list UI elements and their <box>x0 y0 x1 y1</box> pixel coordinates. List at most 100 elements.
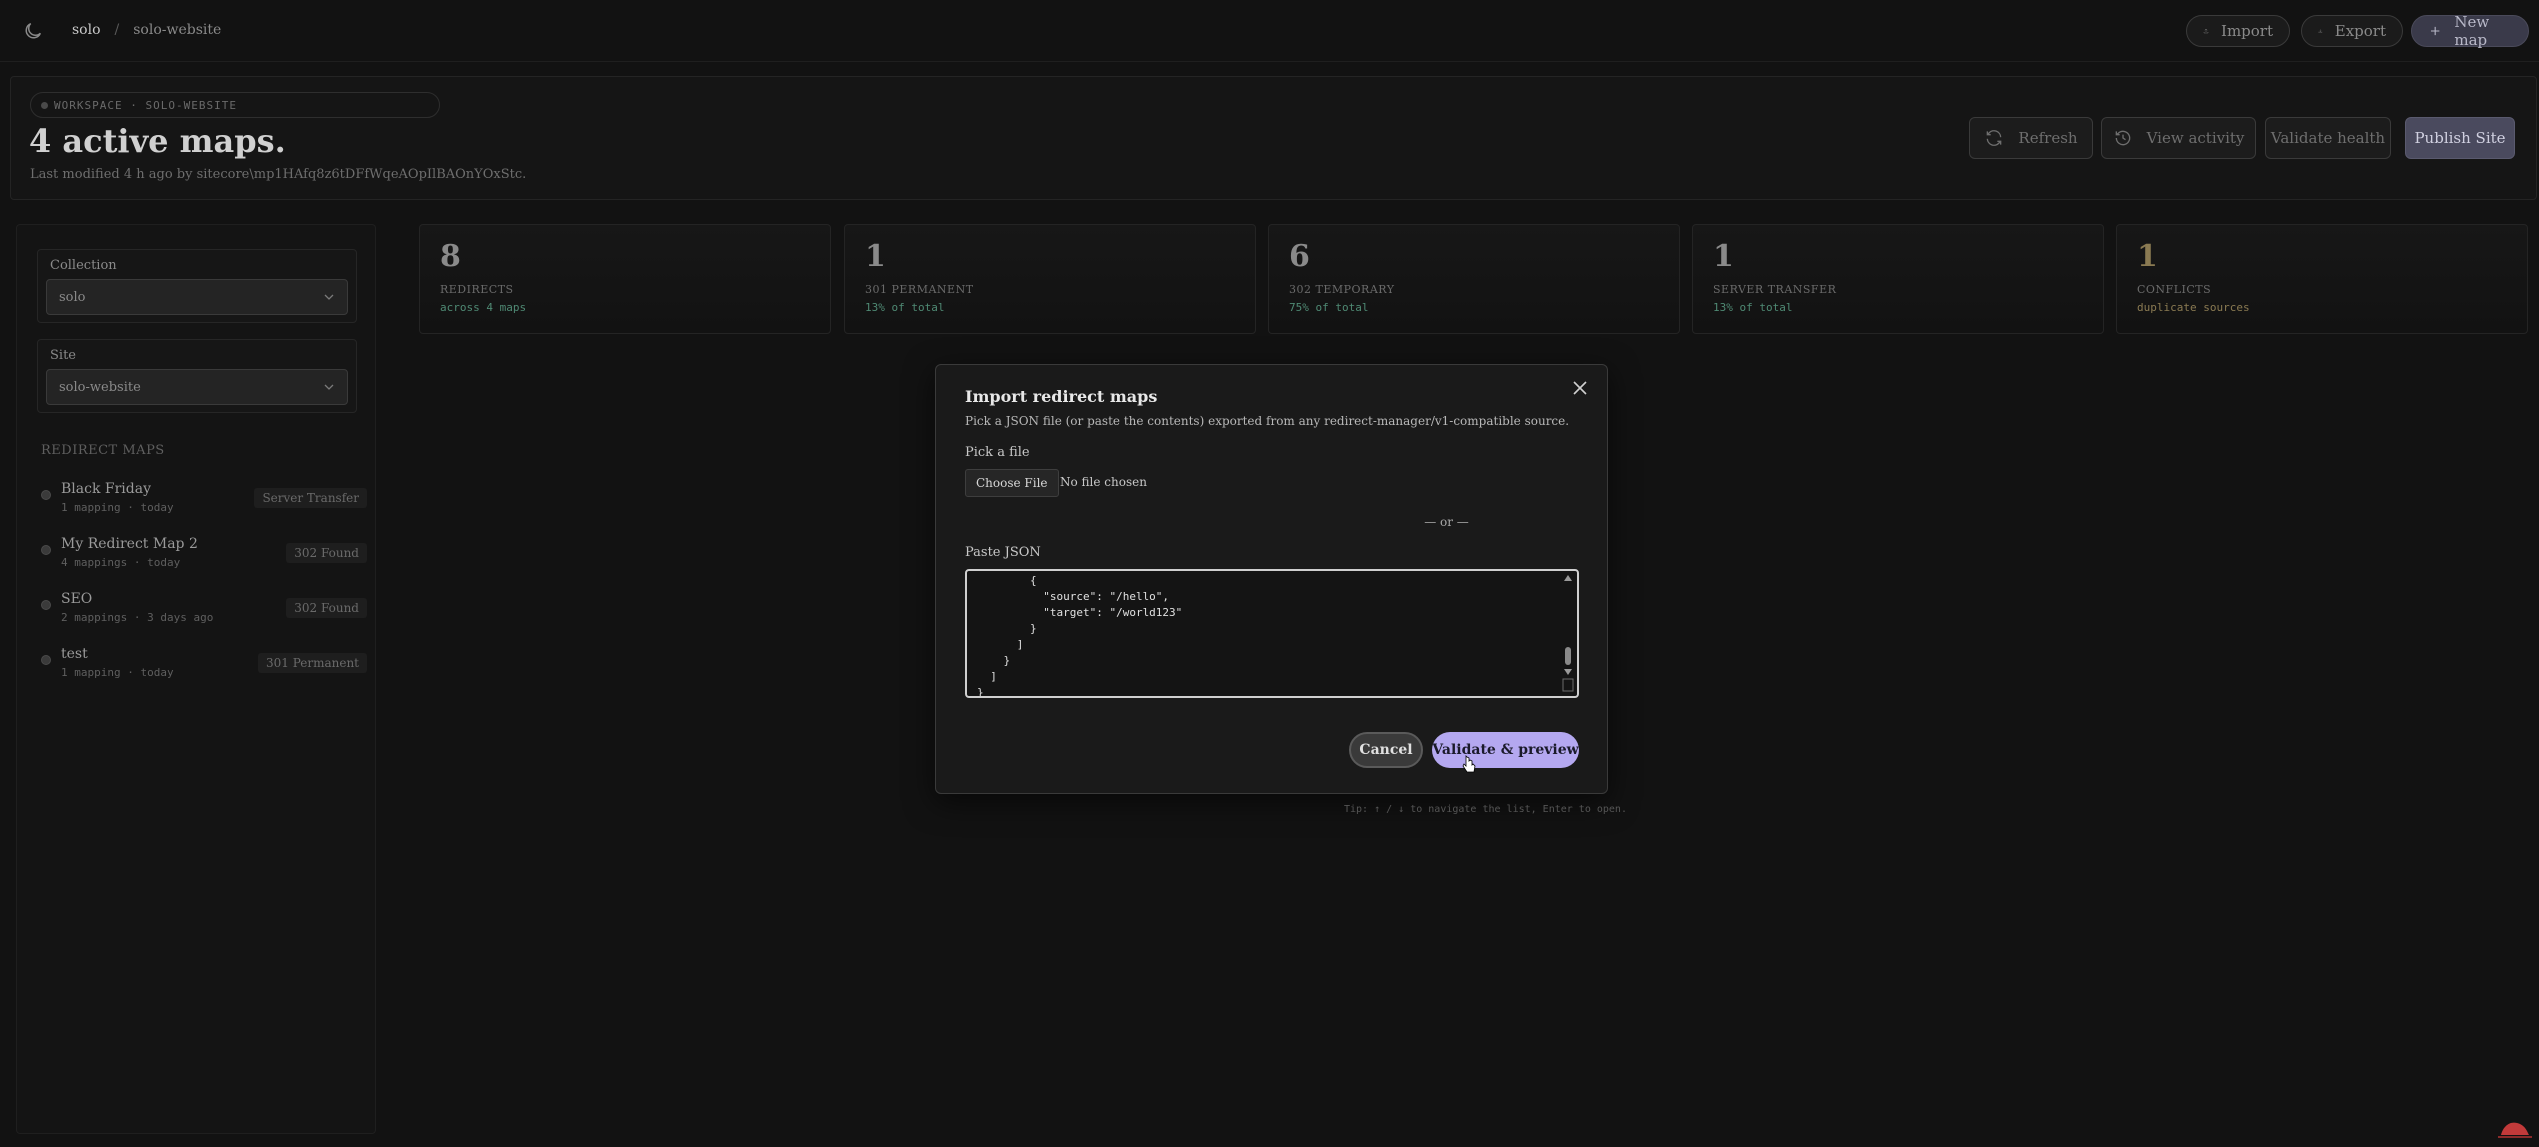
refresh-label: Refresh <box>2018 129 2078 147</box>
map-list-item[interactable]: My Redirect Map 2 4 mappings · today 302… <box>37 532 367 580</box>
map-name: SEO <box>61 591 93 607</box>
plus-icon <box>2430 26 2440 36</box>
validate-preview-button[interactable]: Validate & preview <box>1432 732 1579 768</box>
stat-value: 1 <box>1713 239 1734 274</box>
stat-label: CONFLICTS <box>2137 283 2212 296</box>
breadcrumb-collection[interactable]: solo <box>72 22 101 38</box>
page-title: 4 active maps. <box>29 122 286 160</box>
chevron-down-icon <box>324 294 334 300</box>
stat-card-redirects: 8 REDIRECTS across 4 maps <box>419 224 831 334</box>
or-divider: — or — <box>1424 515 1469 529</box>
new-map-label: New map <box>2454 13 2490 49</box>
map-meta: 2 mappings · 3 days ago <box>61 611 214 624</box>
map-type-badge: 302 Found <box>286 598 367 618</box>
stat-card-302: 6 302 TEMPORARY 75% of total <box>1268 224 1680 334</box>
import-label: Import <box>2221 22 2273 40</box>
import-button[interactable]: Import <box>2186 15 2290 47</box>
workspace-pill: WORKSPACE · SOLO-WEBSITE <box>30 92 440 118</box>
stat-subtext: across 4 maps <box>440 301 527 314</box>
import-modal: Import redirect maps Pick a JSON file (o… <box>935 364 1608 794</box>
validate-health-button[interactable]: Validate health <box>2265 117 2391 159</box>
site-value: solo-website <box>59 379 141 395</box>
stat-card-301: 1 301 PERMANENT 13% of total <box>844 224 1256 334</box>
close-icon[interactable] <box>1571 379 1589 397</box>
stat-subtext: duplicate sources <box>2137 301 2250 314</box>
stat-subtext: 13% of total <box>1713 301 1793 314</box>
json-textarea[interactable]: { "source": "/hello", "target": "/world1… <box>965 569 1579 698</box>
map-list-item[interactable]: test 1 mapping · today 301 Permanent <box>37 642 367 690</box>
mouse-cursor-icon <box>1462 755 1476 773</box>
stat-subtext: 75% of total <box>1289 301 1369 314</box>
view-activity-button[interactable]: View activity <box>2101 117 2256 159</box>
breadcrumb-separator: / <box>114 22 120 38</box>
map-type-badge: 302 Found <box>286 543 367 563</box>
stat-card-conflicts: 1 CONFLICTS duplicate sources <box>2116 224 2528 334</box>
upload-icon <box>2203 28 2209 34</box>
map-type-badge: 301 Permanent <box>257 653 367 673</box>
keyboard-tip: Tip: ↑ / ↓ to navigate the list, Enter t… <box>1344 804 1627 815</box>
map-name: test <box>61 646 88 662</box>
map-status-dot <box>41 655 51 665</box>
map-list-item[interactable]: Black Friday 1 mapping · today Server Tr… <box>37 477 367 525</box>
chevron-down-icon <box>324 384 334 390</box>
stat-value: 6 <box>1289 239 1310 274</box>
breadcrumb: solo / solo-website <box>72 22 221 38</box>
stat-card-server-transfer: 1 SERVER TRANSFER 13% of total <box>1692 224 2104 334</box>
download-icon <box>2318 29 2323 33</box>
choose-file-button[interactable]: Choose File <box>965 469 1059 497</box>
modal-title: Import redirect maps <box>965 387 1158 406</box>
stat-subtext: 13% of total <box>865 301 945 314</box>
theme-toggle-icon[interactable] <box>22 20 44 42</box>
last-modified-text: Last modified 4 h ago by sitecore\mp1HAf… <box>30 167 527 182</box>
stat-label: 301 PERMANENT <box>865 283 974 296</box>
refresh-icon <box>1987 130 2002 146</box>
pick-file-label: Pick a file <box>965 445 1030 460</box>
map-status-dot <box>41 490 51 500</box>
paste-json-label: Paste JSON <box>965 545 1041 560</box>
sidebar: Collection solo Site solo-website REDIRE… <box>16 224 376 1134</box>
stat-label: 302 TEMPORARY <box>1289 283 1395 296</box>
view-activity-label: View activity <box>2146 129 2245 147</box>
hat-icon <box>2498 1122 2532 1138</box>
history-icon <box>2115 130 2130 146</box>
map-list-item[interactable]: SEO 2 mappings · 3 days ago 302 Found <box>37 587 367 635</box>
map-meta: 1 mapping · today <box>61 501 174 514</box>
workspace-status-dot <box>41 101 48 109</box>
validate-health-label: Validate health <box>2270 129 2386 147</box>
collection-label: Collection <box>50 258 117 273</box>
stat-value: 1 <box>2137 239 2158 274</box>
map-status-dot <box>41 600 51 610</box>
workspace-pill-label: WORKSPACE · SOLO-WEBSITE <box>54 98 237 112</box>
stat-label: REDIRECTS <box>440 283 514 296</box>
publish-site-button[interactable]: Publish Site <box>2405 117 2515 159</box>
map-meta: 4 mappings · today <box>61 556 181 569</box>
stat-value: 8 <box>440 239 461 274</box>
redirect-maps-heading: REDIRECT MAPS <box>41 443 165 458</box>
site-label: Site <box>50 348 76 363</box>
map-name: My Redirect Map 2 <box>61 536 198 552</box>
collection-value: solo <box>59 289 86 305</box>
map-type-badge: Server Transfer <box>254 488 367 508</box>
map-meta: 1 mapping · today <box>61 666 174 679</box>
collection-select[interactable]: solo <box>46 279 348 315</box>
map-name: Black Friday <box>61 481 151 497</box>
breadcrumb-site[interactable]: solo-website <box>133 22 221 38</box>
refresh-button[interactable]: Refresh <box>1969 117 2093 159</box>
stat-label: SERVER TRANSFER <box>1713 283 1837 296</box>
json-content: { "source": "/hello", "target": "/world1… <box>977 574 1183 698</box>
site-select[interactable]: solo-website <box>46 369 348 405</box>
cancel-button[interactable]: Cancel <box>1349 732 1423 768</box>
publish-site-label: Publish Site <box>2414 129 2506 147</box>
site-field: Site solo-website <box>37 339 357 413</box>
new-map-button[interactable]: New map <box>2411 13 2529 49</box>
export-label: Export <box>2334 22 2386 40</box>
export-button[interactable]: Export <box>2301 15 2403 47</box>
map-status-dot <box>41 545 51 555</box>
file-status-text: No file chosen <box>1060 475 1147 489</box>
top-bar: solo / solo-website Import Export New map <box>0 0 2539 62</box>
collection-field: Collection solo <box>37 249 357 323</box>
textarea-scrollbar[interactable] <box>1562 573 1574 694</box>
modal-description: Pick a JSON file (or paste the contents)… <box>965 414 1570 428</box>
workspace-header: WORKSPACE · SOLO-WEBSITE 4 active maps. … <box>10 76 2537 200</box>
stat-value: 1 <box>865 239 886 274</box>
